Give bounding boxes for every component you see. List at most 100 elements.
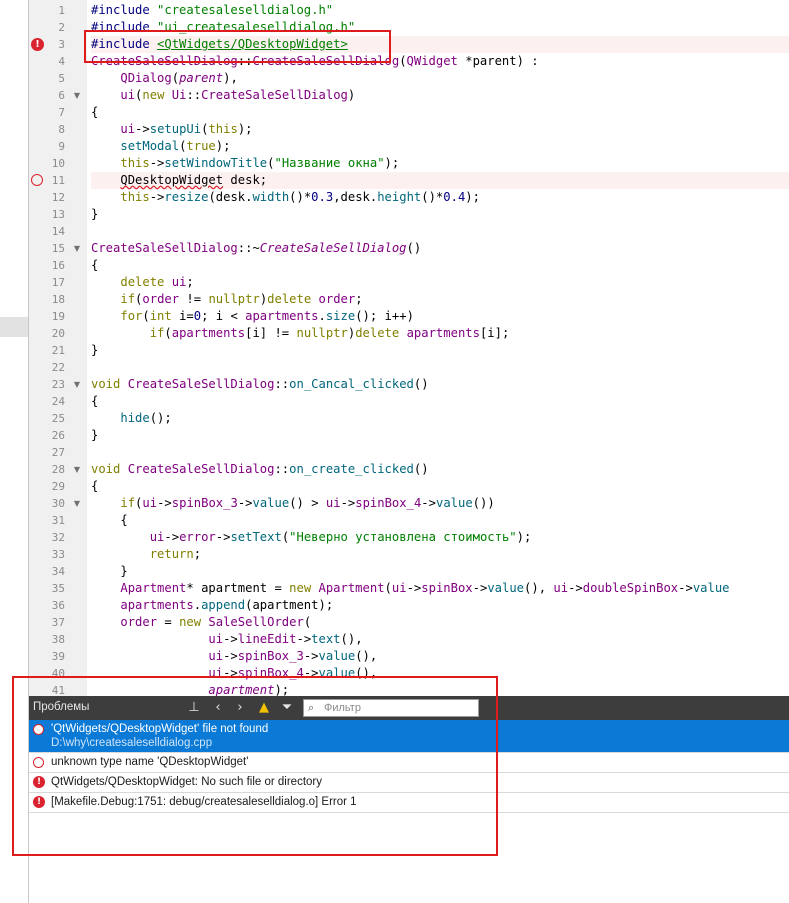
code-token: Apartment [318,581,385,595]
code-text: return; [91,546,789,563]
code-line[interactable]: 24 { [29,393,789,410]
code-token: if [149,326,165,340]
code-token: parent [179,71,224,85]
code-line[interactable]: 37 order = new SaleSellOrder( [29,614,789,631]
code-line[interactable]: 21} [29,342,789,359]
code-line[interactable]: 12 this->resize(desk.width()*0.3,desk.he… [29,189,789,206]
code-line[interactable]: 36 apartments.append(apartment); [29,597,789,614]
fold-toggle-icon[interactable]: ▼ [71,87,83,104]
code-token: ); [384,156,400,170]
code-token: value [487,581,525,595]
code-line[interactable]: 16 { [29,257,789,274]
code-token: -> [223,666,238,680]
code-token: CreateSaleSellDialog [91,241,238,255]
code-line[interactable]: 39 ui->spinBox_3->value(), [29,648,789,665]
code-line[interactable]: 9 setModal(true); [29,138,789,155]
code-line[interactable]: 26} [29,427,789,444]
code-line[interactable]: 15 ▼ CreateSaleSellDialog::~CreateSaleSell… [29,240,789,257]
problem-row[interactable]: 'QtWidgets/QDesktopWidget' file not foun… [29,720,789,753]
code-line[interactable]: 35 Apartment* apartment = new Apartment(… [29,580,789,597]
code-editor[interactable]: 1 #include "createsaleselldialog.h" 2 #incl… [29,0,789,696]
code-line[interactable]: 6 ▼ ui(new Ui::CreateSaleSellDialog) [29,87,789,104]
prev-icon[interactable]: ‹ [209,699,227,717]
problem-message: [Makefile.Debug:1751: debug/createsalese… [51,796,357,808]
code-line[interactable]: 22 [29,359,789,376]
code-token: ; [186,275,194,289]
code-line[interactable]: ! 3 #include <QtWidgets/QDesktopWidget> [29,36,789,53]
issue-icon [33,724,44,735]
code-line[interactable]: 11 QDesktopWidget desk; [29,172,789,189]
code-text: delete ui; [91,274,789,291]
line-number: 24 [51,395,65,408]
code-token: order [120,615,158,629]
code-text: #include "ui_createsaleselldialog.h" [91,19,789,36]
fold-toggle-icon[interactable]: ▼ [71,495,83,512]
code-token: QDesktopWidget [120,173,224,187]
code-text: #include <QtWidgets/QDesktopWidget> [91,36,789,53]
filter-icon[interactable]: ⏷ [278,699,296,717]
code-token: spinBox_3 [237,649,304,663]
code-line[interactable]: 1 #include "createsaleselldialog.h" [29,2,789,19]
code-line[interactable]: 31 { [29,512,789,529]
code-text: apartments.append(apartment); [91,597,789,614]
code-line[interactable]: 14 [29,223,789,240]
code-line[interactable]: 25 hide(); [29,410,789,427]
code-token: ui [142,496,158,510]
problem-row[interactable]: unknown type name 'QDesktopWidget' [29,753,789,773]
code-line[interactable]: 17 delete ui; [29,274,789,291]
fold-toggle-icon[interactable]: ▼ [71,376,83,393]
code-token: void [91,462,121,476]
code-line[interactable]: 41 apartment); [29,682,789,696]
code-line[interactable]: 18 if(order != nullptr)delete order; [29,291,789,308]
fold-toggle-icon[interactable]: ▼ [71,240,83,257]
code-line[interactable]: 34 } [29,563,789,580]
code-line[interactable]: 28 ▼ void CreateSaleSellDialog::on_create_… [29,461,789,478]
code-line[interactable]: 30 ▼ if(ui->spinBox_3->value() > ui->spin… [29,495,789,512]
code-line[interactable]: 40 ui->spinBox_4->value(), [29,665,789,682]
code-token: ()* [421,190,444,204]
fold-toggle-icon[interactable]: ▼ [71,461,83,478]
code-line[interactable]: 10 this->setWindowTitle("Название окна")… [29,155,789,172]
code-token: (), [524,581,554,595]
code-line[interactable]: 19 for(int i=0; i < apartments.size(); i… [29,308,789,325]
problem-row[interactable]: ! QtWidgets/QDesktopWidget: No such file … [29,773,789,793]
code-line[interactable]: 13} [29,206,789,223]
code-line[interactable]: 27 [29,444,789,461]
code-line[interactable]: 33 return; [29,546,789,563]
code-line[interactable]: 8 ui->setupUi(this); [29,121,789,138]
code-token: ( [142,309,150,323]
problem-row[interactable]: ! [Makefile.Debug:1751: debug/createsales… [29,793,789,813]
line-number: 11 [51,174,65,187]
code-line[interactable]: 32 ui->error->setText("Неверно установле… [29,529,789,546]
filter-field[interactable]: ⌕ [303,699,479,717]
code-line[interactable]: 7{ [29,104,789,121]
code-text: if(apartments[i] != nullptr)delete apart… [91,325,789,342]
code-token: "ui_createsaleselldialog.h" [157,20,356,34]
code-token: ; [193,547,202,561]
code-line[interactable]: 5 QDialog(parent), [29,70,789,87]
code-token: -> [164,530,180,544]
clear-icon[interactable]: ⊥ [185,699,203,717]
line-number: 25 [51,412,65,425]
code-line[interactable]: 4 CreateSaleSellDialog::CreateSaleSellDia… [29,53,789,70]
next-icon[interactable]: › [231,699,249,717]
code-line[interactable]: 23 ▼ void CreateSaleSellDialog::on_Cancal_… [29,376,789,393]
warning-filter-icon[interactable]: ▲ [255,699,273,717]
code-line[interactable]: 2 #include "ui_createsaleselldialog.h" [29,19,789,36]
code-line[interactable]: 38 ui->lineEdit->text(), [29,631,789,648]
filter-input[interactable] [324,700,474,716]
code-line[interactable]: 20 if(apartments[i] != nullptr)delete ap… [29,325,789,342]
line-number: 30 [51,497,65,510]
code-token: -> [421,496,436,510]
code-token: ) [347,88,356,102]
problem-file-path[interactable]: D:\why\createsaleselldialog.cpp [51,736,789,752]
code-line[interactable]: 29 { [29,478,789,495]
collapsed-side-tab[interactable] [0,317,28,337]
code-token: apartments [171,326,246,340]
code-text: setModal(true); [91,138,789,155]
code-token: -> [223,632,238,646]
